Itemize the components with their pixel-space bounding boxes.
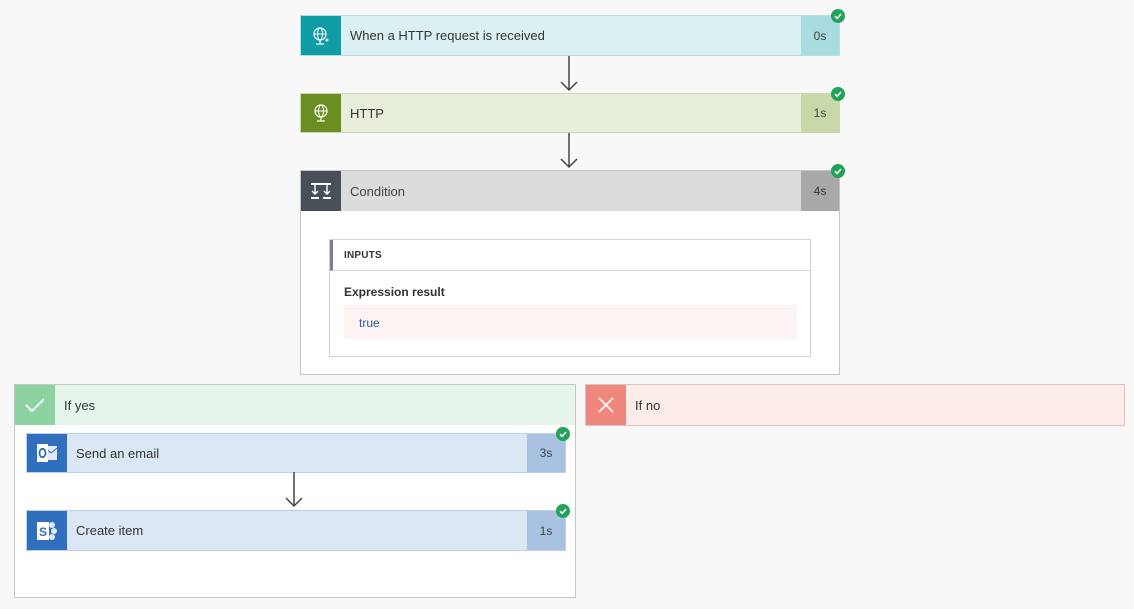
step-title: Create item: [76, 523, 144, 538]
step-title: Condition: [350, 183, 405, 199]
if-no-header[interactable]: If no: [585, 384, 1125, 426]
success-check-icon: [556, 504, 570, 518]
svg-text:S: S: [39, 525, 47, 539]
if-yes-header[interactable]: If yes: [15, 385, 575, 425]
create-item-card[interactable]: S Create item 1s: [26, 510, 566, 551]
condition-icon: [301, 171, 341, 211]
step-duration: 4s: [801, 171, 839, 211]
send-email-card[interactable]: Send an email 3s: [26, 433, 566, 473]
success-check-icon: [831, 9, 845, 23]
flow-arrow: [285, 472, 303, 508]
flow-arrow: [560, 133, 578, 169]
step-title: Send an email: [76, 445, 160, 461]
expression-result-value-box: true: [344, 305, 797, 339]
sharepoint-icon: S: [27, 511, 67, 550]
close-icon: [586, 385, 626, 425]
checkmark-icon: [15, 385, 55, 425]
globe-icon: [301, 94, 341, 132]
inputs-panel: INPUTS Expression result true: [329, 239, 811, 357]
step-title: When a HTTP request is received: [350, 28, 545, 43]
inputs-title: INPUTS: [344, 250, 382, 261]
http-request-trigger-card[interactable]: When a HTTP request is received 0s: [300, 15, 840, 56]
globe-request-icon: [301, 16, 341, 55]
flow-arrow: [560, 56, 578, 92]
branch-title: If no: [635, 397, 661, 413]
expression-result-value: true: [359, 316, 380, 330]
condition-header[interactable]: Condition 4s: [301, 171, 839, 211]
step-title: HTTP: [350, 105, 384, 121]
success-check-icon: [831, 164, 845, 178]
inputs-header[interactable]: INPUTS: [330, 240, 810, 271]
http-action-card[interactable]: HTTP 1s: [300, 93, 840, 133]
success-check-icon: [556, 427, 570, 441]
outlook-icon: [27, 434, 67, 472]
branch-title: If yes: [64, 397, 96, 413]
condition-card: Condition 4s INPUTS Expression result tr…: [300, 170, 840, 375]
success-check-icon: [831, 87, 845, 101]
expression-result-label: Expression result: [344, 285, 445, 299]
